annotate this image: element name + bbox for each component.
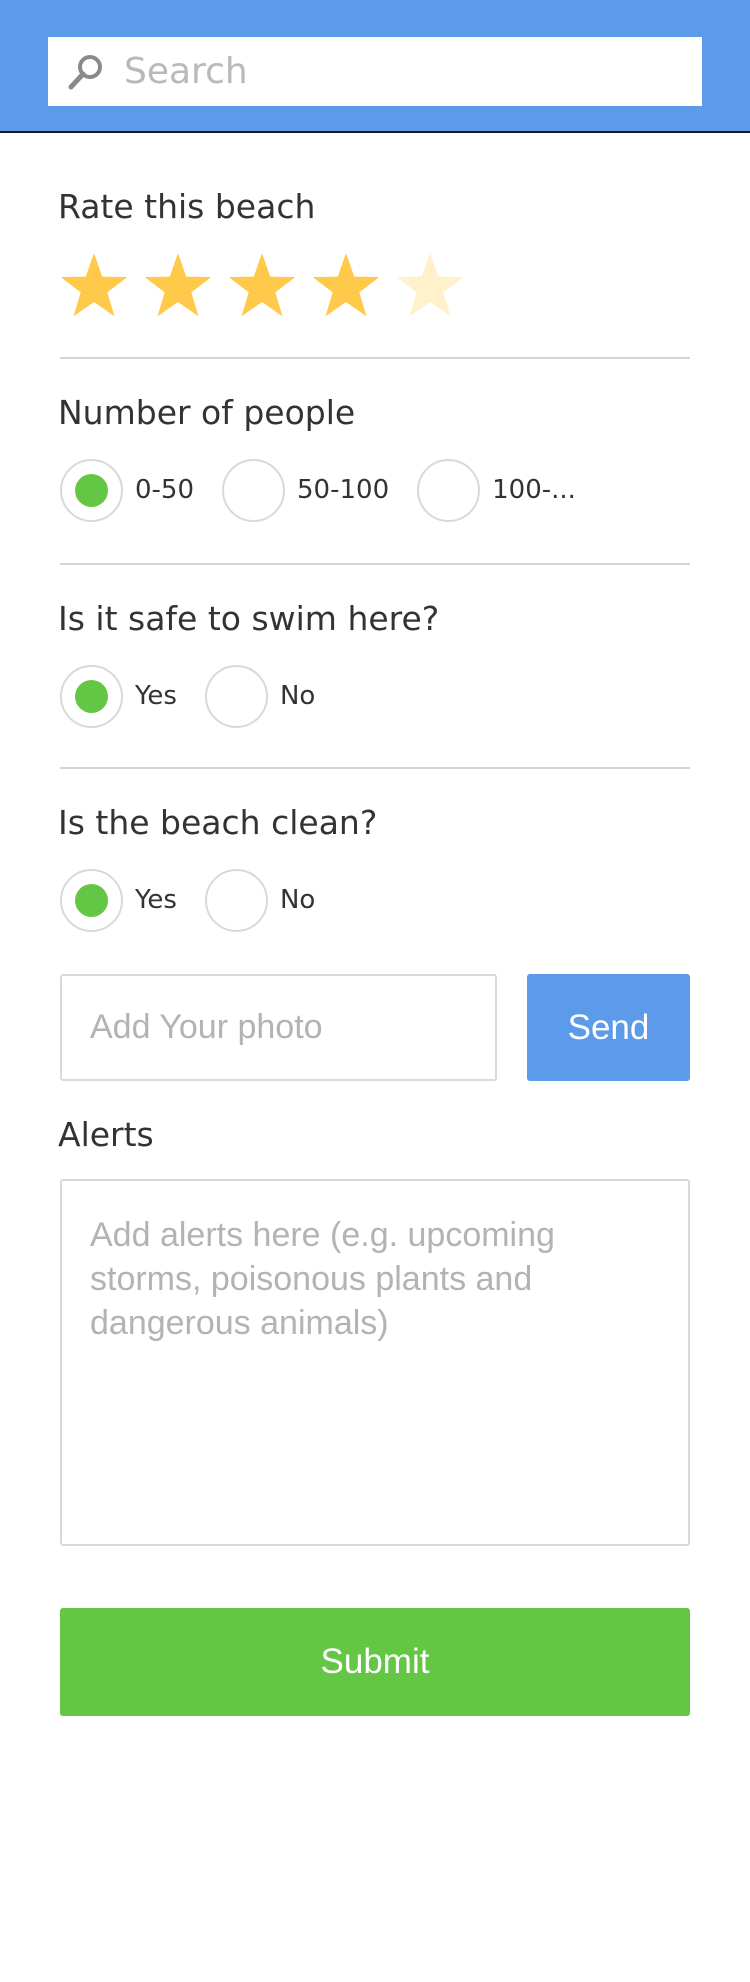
search-input[interactable] [124,37,684,106]
alerts-textarea[interactable] [60,1179,690,1546]
alerts-title: Alerts [58,1115,154,1154]
clean-radio-group: Yes No [60,867,343,933]
swim-radio-group: Yes No [60,663,343,729]
swim-option-label: Yes [135,681,177,711]
radio-button[interactable] [417,458,481,522]
people-title: Number of people [58,393,356,432]
people-radio-group: 0-50 50-100 100-... [60,457,604,523]
photo-input[interactable] [60,974,497,1081]
swim-title: Is it safe to swim here? [58,599,440,638]
radio-button[interactable] [60,868,123,932]
star-filled-icon[interactable] [58,250,130,322]
divider [60,767,690,769]
radio-selected-dot [75,883,108,917]
radio-selected-dot [75,679,108,713]
send-button[interactable]: Send [527,974,690,1081]
clean-option-no[interactable]: No [204,868,316,932]
star-empty-icon[interactable] [394,250,466,322]
star-rating[interactable] [58,250,466,322]
people-option-0-50[interactable]: 0-50 [60,458,195,522]
radio-button[interactable] [60,664,123,728]
people-option-label: 50-100 [297,475,390,505]
header-bar [0,0,750,133]
submit-button[interactable]: Submit [60,1608,690,1716]
swim-option-no[interactable]: No [204,664,316,728]
rating-title: Rate this beach [58,187,316,226]
people-option-label: 0-50 [135,475,195,505]
divider [60,357,690,359]
star-filled-icon[interactable] [226,250,298,322]
radio-button[interactable] [204,664,268,728]
search-icon [64,50,108,94]
radio-button[interactable] [204,868,268,932]
clean-option-yes[interactable]: Yes [60,868,177,932]
clean-option-label: Yes [135,885,177,915]
radio-button[interactable] [60,458,123,522]
people-option-label: 100-... [492,475,576,505]
clean-title: Is the beach clean? [58,803,378,842]
swim-option-label: No [279,681,316,711]
star-filled-icon[interactable] [142,250,214,322]
radio-selected-dot [75,473,108,507]
clean-option-label: No [279,885,316,915]
radio-button[interactable] [222,458,286,522]
search-box[interactable] [48,37,702,106]
star-filled-icon[interactable] [310,250,382,322]
divider [60,563,690,565]
people-option-50-100[interactable]: 50-100 [222,458,390,522]
people-option-100-plus[interactable]: 100-... [417,458,576,522]
swim-option-yes[interactable]: Yes [60,664,177,728]
